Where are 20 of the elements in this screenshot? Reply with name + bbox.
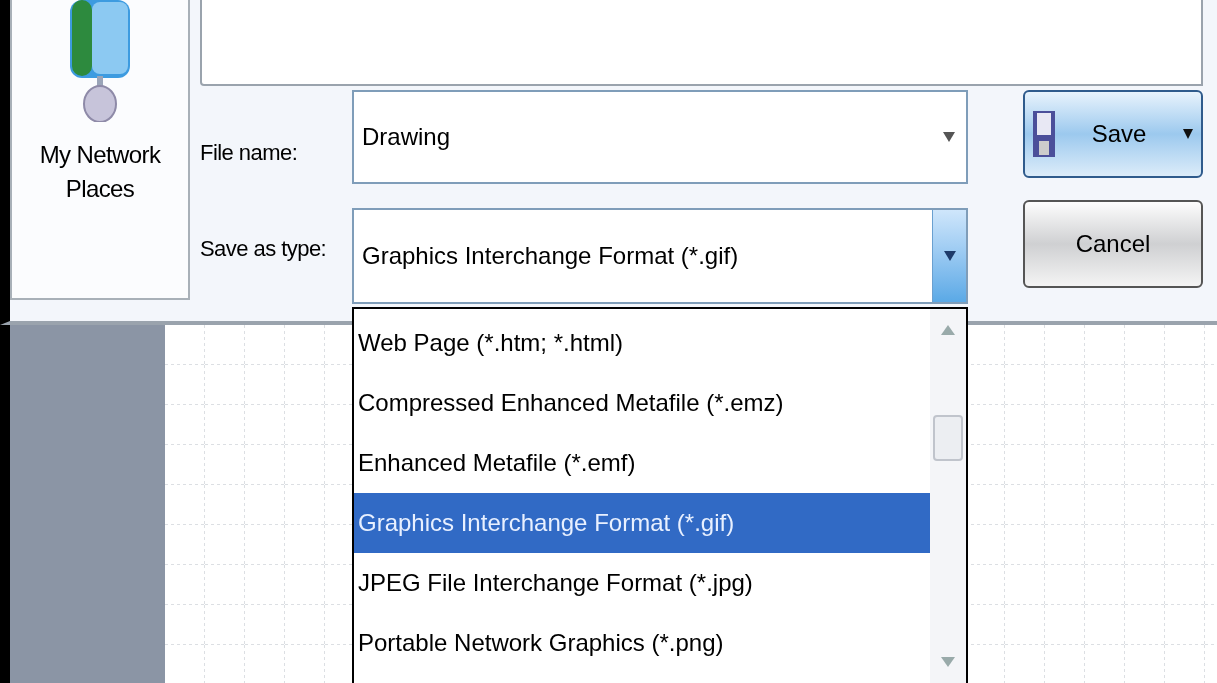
save-type-combo[interactable]: Graphics Interchange Format (*.gif) xyxy=(352,208,968,304)
network-computer-icon xyxy=(68,0,132,122)
scroll-down-icon[interactable] xyxy=(941,657,955,667)
file-name-combo[interactable]: Drawing xyxy=(352,90,968,184)
places-item[interactable]: My Network Places xyxy=(12,0,188,214)
save-type-value: Graphics Interchange Format (*.gif) xyxy=(362,241,740,271)
file-type-option[interactable]: JPEG File Interchange Format (*.jpg) xyxy=(354,553,930,613)
scroll-thumb[interactable] xyxy=(933,415,963,461)
field-label: Save as type: xyxy=(200,235,328,263)
file-type-option[interactable]: Enhanced Metafile (*.emf) xyxy=(354,433,930,493)
caret-icon xyxy=(1183,129,1193,139)
file-type-option[interactable]: Portable Network Graphics (*.png) xyxy=(354,613,930,673)
cancel-button[interactable]: Cancel xyxy=(1023,200,1203,288)
file-name-value: Drawing xyxy=(362,122,452,152)
file-type-option[interactable]: Graphics Interchange Format (*.gif) xyxy=(354,493,930,553)
field-label: File name: xyxy=(200,139,299,167)
save-button[interactable]: Save xyxy=(1023,90,1203,178)
file-type-option[interactable]: Compressed Enhanced Metafile (*.emz) xyxy=(354,373,930,433)
file-type-option[interactable]: Web Page (*.htm; *.html) xyxy=(354,313,930,373)
places-item-label: My Network Places xyxy=(38,140,162,204)
